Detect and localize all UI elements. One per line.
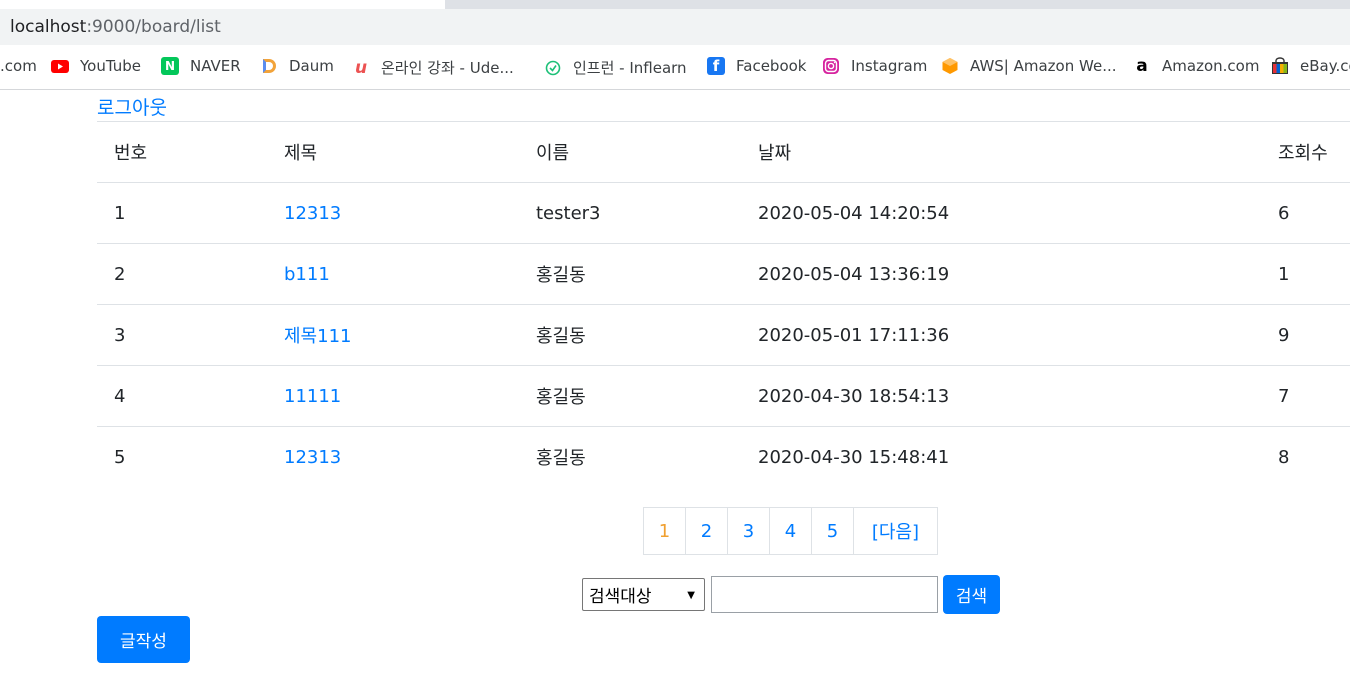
facebook-icon: f — [707, 57, 725, 75]
header-no: 번호 — [97, 121, 284, 183]
bookmark-label: 온라인 강좌 - Ude... — [381, 59, 514, 77]
bookmark-label: NAVER — [190, 57, 241, 75]
bookmark-label: Amazon.com — [1162, 57, 1260, 75]
bookmark-youtube[interactable]: YouTube — [51, 57, 141, 75]
page-link-5[interactable]: 5 — [811, 507, 854, 555]
page-link-2[interactable]: 2 — [685, 507, 728, 555]
tab-strip — [0, 0, 1350, 9]
cell-date: 2020-04-30 15:48:41 — [758, 426, 1278, 488]
search-input[interactable] — [711, 576, 938, 613]
post-title-link[interactable]: 12313 — [284, 447, 341, 468]
active-tab[interactable] — [0, 0, 445, 9]
url-path: :9000/board/list — [86, 17, 221, 37]
aws-icon — [941, 57, 959, 75]
bookmark-daum[interactable]: Daum — [260, 57, 334, 75]
next-page-link[interactable]: [다음] — [853, 507, 938, 555]
cell-name: 홍길동 — [536, 365, 758, 427]
bookmark-label: Daum — [289, 57, 334, 75]
url-host: localhost — [10, 17, 87, 37]
header-title: 제목 — [284, 121, 536, 183]
cell-views: 6 — [1278, 182, 1350, 244]
bookmark-com[interactable]: .com — [0, 57, 37, 75]
cell-title: 12313 — [284, 182, 536, 244]
bookmark-naver[interactable]: N NAVER — [161, 57, 241, 75]
bookmark-udemy[interactable]: u 온라인 강좌 - Ude... — [352, 57, 514, 78]
cell-title: b111 — [284, 243, 536, 305]
header-name: 이름 — [536, 121, 758, 183]
bookmarks-bar: .com YouTube N NAVER Daum u 온라인 강좌 - Ude… — [0, 45, 1350, 90]
cell-no: 4 — [97, 365, 284, 427]
table-row: 3 제목111 홍길동 2020-05-01 17:11:36 9 — [97, 304, 1350, 366]
bookmark-inflearn[interactable]: 인프런 - Inflearn — [544, 57, 687, 78]
search-form: 검색대상 ▼ 검색 — [582, 575, 1000, 614]
cell-views: 8 — [1278, 426, 1350, 488]
page-link-4[interactable]: 4 — [769, 507, 812, 555]
page-content: 로그아웃 번호 제목 이름 날짜 조회수 1 12313 tester3 202… — [0, 90, 1350, 674]
cell-date: 2020-05-04 13:36:19 — [758, 243, 1278, 305]
bookmark-aws[interactable]: AWS| Amazon We... — [941, 57, 1117, 75]
search-button[interactable]: 검색 — [943, 575, 1000, 614]
board-table: 번호 제목 이름 날짜 조회수 1 12313 tester3 2020-05-… — [97, 121, 1350, 488]
table-row: 1 12313 tester3 2020-05-04 14:20:54 6 — [97, 182, 1350, 244]
cell-date: 2020-05-01 17:11:36 — [758, 304, 1278, 366]
cell-name: 홍길동 — [536, 304, 758, 366]
daum-icon — [260, 57, 278, 75]
bookmark-label: YouTube — [80, 57, 141, 75]
cell-no: 5 — [97, 426, 284, 488]
udemy-icon: u — [354, 57, 368, 78]
cell-date: 2020-05-04 14:20:54 — [758, 182, 1278, 244]
bookmark-amazon[interactable]: a Amazon.com — [1133, 56, 1260, 76]
bookmark-label: Facebook — [736, 57, 807, 75]
bookmark-label: 인프런 - Inflearn — [573, 59, 687, 77]
ebay-icon — [1271, 57, 1289, 75]
search-target-select[interactable]: 검색대상 ▼ — [582, 578, 705, 611]
post-title-link[interactable]: 제목111 — [284, 326, 351, 347]
cell-date: 2020-04-30 18:54:13 — [758, 365, 1278, 427]
page-link-3[interactable]: 3 — [727, 507, 770, 555]
table-row: 5 12313 홍길동 2020-04-30 15:48:41 8 — [97, 426, 1350, 488]
cell-title: 11111 — [284, 365, 536, 427]
cell-name: 홍길동 — [536, 243, 758, 305]
cell-name: tester3 — [536, 182, 758, 244]
cell-title: 제목111 — [284, 304, 536, 366]
cell-no: 3 — [97, 304, 284, 366]
cell-name: 홍길동 — [536, 426, 758, 488]
pagination: 1 2 3 4 5 [다음] — [643, 507, 938, 555]
naver-icon: N — [161, 57, 179, 75]
table-row: 2 b111 홍길동 2020-05-04 13:36:19 1 — [97, 243, 1350, 305]
header-date: 날짜 — [758, 121, 1278, 183]
post-title-link[interactable]: 11111 — [284, 386, 341, 407]
bookmark-instagram[interactable]: Instagram — [822, 57, 927, 75]
cell-views: 7 — [1278, 365, 1350, 427]
cell-no: 1 — [97, 182, 284, 244]
address-bar[interactable]: localhost:9000/board/list — [0, 9, 1350, 45]
youtube-icon — [51, 57, 69, 75]
dropdown-arrow-icon: ▼ — [687, 590, 695, 601]
bookmark-label: .com — [0, 57, 37, 75]
cell-views: 9 — [1278, 304, 1350, 366]
cell-no: 2 — [97, 243, 284, 305]
bookmark-label: eBay.com — [1300, 57, 1350, 75]
url-text[interactable]: localhost:9000/board/list — [10, 17, 221, 37]
post-title-link[interactable]: b111 — [284, 264, 330, 285]
table-header-row: 번호 제목 이름 날짜 조회수 — [97, 121, 1350, 183]
logout-link[interactable]: 로그아웃 — [97, 93, 167, 120]
inflearn-icon — [544, 59, 562, 77]
table-row: 4 11111 홍길동 2020-04-30 18:54:13 7 — [97, 365, 1350, 427]
bookmark-ebay[interactable]: eBay.com — [1271, 57, 1350, 75]
bookmark-label: AWS| Amazon We... — [970, 57, 1117, 75]
cell-views: 1 — [1278, 243, 1350, 305]
bookmark-label: Instagram — [851, 57, 928, 75]
bookmark-facebook[interactable]: f Facebook — [707, 57, 806, 75]
search-target-value: 검색대상 — [589, 587, 652, 607]
cell-title: 12313 — [284, 426, 536, 488]
amazon-icon: a — [1136, 56, 1148, 76]
header-views: 조회수 — [1278, 121, 1350, 183]
write-post-button[interactable]: 글작성 — [97, 616, 190, 663]
post-title-link[interactable]: 12313 — [284, 203, 341, 224]
page-link-1[interactable]: 1 — [643, 507, 686, 555]
instagram-icon — [822, 57, 840, 75]
